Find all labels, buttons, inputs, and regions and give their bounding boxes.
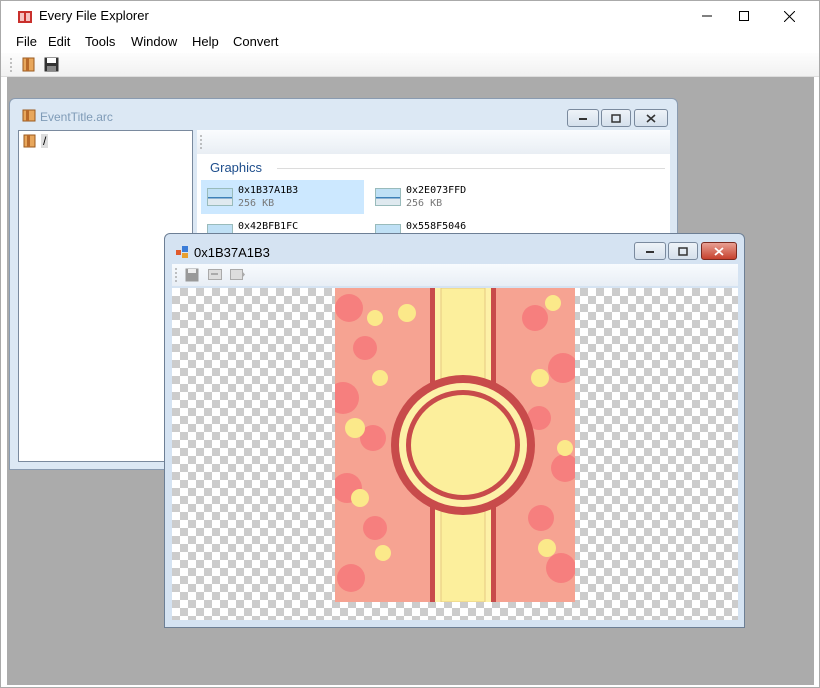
image-viewer-window: 0x1B37A1B3: [164, 233, 745, 628]
close-button[interactable]: [767, 1, 812, 31]
save-icon[interactable]: [185, 268, 199, 282]
file-list-toolbar: [197, 130, 670, 154]
file-size: 256 KB: [406, 198, 443, 209]
image-restore-button[interactable]: [668, 242, 698, 260]
tree-root-label: /: [41, 134, 49, 148]
archive-restore-button[interactable]: [601, 109, 631, 127]
menu-file[interactable]: File: [16, 34, 37, 49]
close-icon: [714, 246, 724, 256]
archive-window-titlebar[interactable]: EventTitle.arc: [10, 99, 677, 129]
image-close-button[interactable]: [701, 242, 737, 260]
group-divider: [277, 168, 665, 169]
minimize-icon: [701, 15, 712, 17]
toolbar-grip[interactable]: [200, 134, 202, 150]
texture-preview: [335, 288, 575, 602]
image-thumbnail-icon: [207, 188, 233, 206]
close-icon: [784, 10, 795, 22]
maximize-button[interactable]: [721, 1, 766, 31]
tree-root-node[interactable]: /: [23, 133, 49, 149]
image-thumbnail-icon: [375, 188, 401, 206]
menu-convert[interactable]: Convert: [233, 34, 279, 49]
save-icon[interactable]: [44, 57, 59, 72]
file-name: 0x42BFB1FC: [238, 221, 299, 232]
archive-close-button[interactable]: [634, 109, 668, 127]
app-icon: [18, 11, 32, 23]
import-icon[interactable]: [230, 269, 246, 280]
menu-bar: File Edit Tools Window Help Convert: [1, 31, 819, 53]
title-bar: Every File Explorer: [1, 1, 819, 31]
open-archive-icon[interactable]: [21, 56, 37, 73]
file-name: 0x1B37A1B3: [238, 185, 299, 196]
main-toolbar: [1, 53, 819, 77]
file-item[interactable]: 0x2E073FFD 256 KB: [369, 180, 532, 214]
image-window-icon: [176, 246, 188, 258]
maximize-icon: [738, 11, 749, 21]
menu-help[interactable]: Help: [192, 34, 219, 49]
image-toolbar: [172, 264, 738, 286]
image-window-title: 0x1B37A1B3: [194, 245, 270, 260]
restore-icon: [611, 113, 621, 123]
image-minimize-button[interactable]: [634, 242, 666, 260]
menu-window[interactable]: Window: [131, 34, 177, 49]
archive-icon: [22, 109, 36, 122]
group-header: Graphics: [210, 160, 263, 175]
restore-icon: [678, 246, 688, 256]
file-name: 0x558F5046: [406, 221, 467, 232]
folder-icon: [23, 134, 36, 148]
toolbar-grip[interactable]: [175, 267, 177, 283]
file-name: 0x2E073FFD: [406, 185, 467, 196]
file-size: 256 KB: [238, 198, 275, 209]
minimize-icon: [579, 118, 587, 120]
image-canvas[interactable]: [172, 288, 738, 620]
archive-window-title: EventTitle.arc: [40, 110, 113, 124]
toolbar-grip[interactable]: [10, 57, 12, 73]
app-title: Every File Explorer: [39, 8, 149, 23]
export-icon[interactable]: [208, 269, 222, 280]
file-item[interactable]: 0x1B37A1B3 256 KB: [201, 180, 364, 214]
archive-minimize-button[interactable]: [567, 109, 599, 127]
menu-tools[interactable]: Tools: [85, 34, 115, 49]
menu-edit[interactable]: Edit: [48, 34, 70, 49]
minimize-icon: [646, 251, 654, 253]
close-icon: [646, 113, 656, 123]
